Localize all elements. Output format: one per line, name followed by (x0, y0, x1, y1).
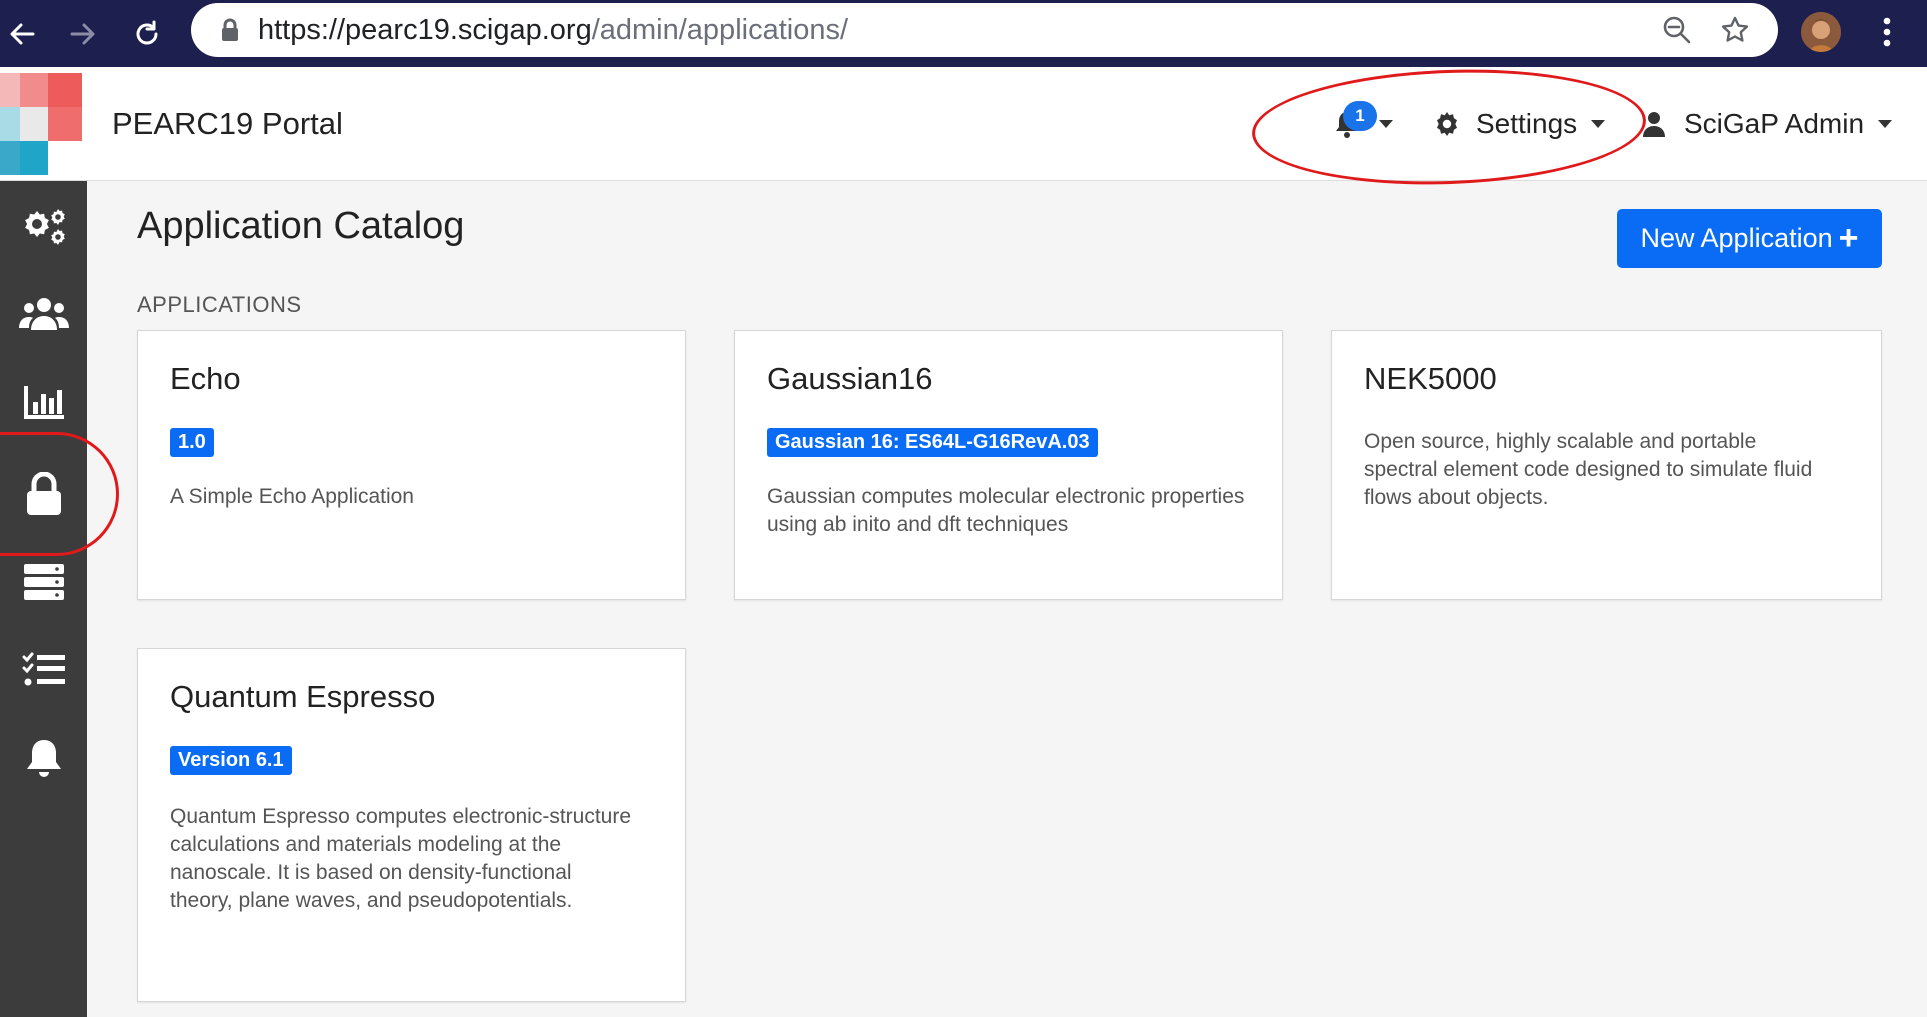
app-header: PEARC19 Portal 1 Settings SciGaP Admin (0, 67, 1927, 181)
portal-logo[interactable] (0, 73, 82, 175)
sidebar-item-settings[interactable] (0, 194, 87, 258)
sidebar-item-users[interactable] (0, 282, 87, 346)
application-name: Echo (170, 361, 241, 396)
chevron-down-icon (1379, 119, 1393, 128)
user-icon (1642, 111, 1666, 137)
application-description: A Simple Echo Application (170, 485, 414, 508)
notification-count-badge: 1 (1343, 101, 1377, 131)
user-dropdown[interactable]: SciGaP Admin (1642, 67, 1893, 180)
sidebar-item-resources[interactable] (0, 550, 87, 614)
portal-title[interactable]: PEARC19 Portal (112, 67, 343, 180)
reload-icon[interactable] (125, 12, 169, 56)
zoom-icon[interactable] (1660, 13, 1694, 47)
application-name: NEK5000 (1364, 361, 1497, 396)
application-card-nek5000[interactable]: NEK5000 Open source, highly scalable and… (1331, 330, 1882, 600)
url-text: https://pearc19.scigap.org/admin/applica… (258, 14, 849, 46)
user-label: SciGaP Admin (1684, 107, 1865, 139)
application-card-gaussian16[interactable]: Gaussian16 Gaussian 16: ES64L-G16RevA.03… (734, 330, 1283, 600)
address-bar[interactable]: https://pearc19.scigap.org/admin/applica… (191, 3, 1778, 57)
chevron-down-icon (1878, 119, 1893, 128)
sidebar-item-security[interactable] (0, 462, 87, 526)
kebab-menu-icon[interactable] (1872, 12, 1902, 52)
lock-icon (213, 13, 247, 47)
gears-icon (19, 205, 69, 247)
gear-icon (1434, 111, 1460, 137)
back-arrow-icon[interactable] (0, 12, 44, 56)
plus-icon: + (1838, 219, 1859, 257)
sidebar-item-notices[interactable] (0, 726, 87, 790)
chevron-down-icon (1591, 119, 1606, 128)
version-badge: 1.0 (170, 428, 214, 457)
sidebar-item-statistics[interactable] (0, 370, 87, 434)
application-card-quantum-espresso[interactable]: Quantum Espresso Version 6.1 Quantum Esp… (137, 648, 686, 1002)
checklist-icon (22, 652, 66, 688)
application-name: Quantum Espresso (170, 679, 436, 714)
sidebar-item-experiments[interactable] (0, 638, 87, 702)
browser-toolbar: https://pearc19.scigap.org/admin/applica… (0, 0, 1927, 67)
application-card-echo[interactable]: Echo 1.0 A Simple Echo Application (137, 330, 686, 600)
settings-label: Settings (1476, 107, 1578, 139)
users-icon (18, 296, 69, 332)
server-icon (23, 563, 65, 601)
application-description: Quantum Espresso computes electronic-str… (170, 805, 632, 912)
lock-icon (25, 472, 63, 516)
application-name: Gaussian16 (767, 361, 933, 396)
settings-dropdown[interactable]: Settings (1434, 67, 1606, 180)
section-label: APPLICATIONS (137, 292, 302, 317)
application-description: Open source, highly scalable and portabl… (1364, 430, 1813, 509)
new-application-label: New Application (1640, 223, 1833, 253)
star-icon[interactable] (1718, 13, 1752, 47)
profile-avatar[interactable] (1801, 12, 1841, 52)
version-badge: Version 6.1 (170, 746, 292, 775)
sidebar (0, 181, 87, 1017)
version-badge: Gaussian 16: ES64L-G16RevA.03 (767, 428, 1098, 457)
new-application-button[interactable]: New Application + (1617, 209, 1882, 268)
bell-icon (25, 737, 63, 779)
application-description: Gaussian computes molecular electronic p… (767, 485, 1245, 536)
page-title: Application Catalog (137, 205, 465, 247)
bar-chart-icon (23, 384, 65, 420)
forward-arrow-icon[interactable] (61, 12, 105, 56)
